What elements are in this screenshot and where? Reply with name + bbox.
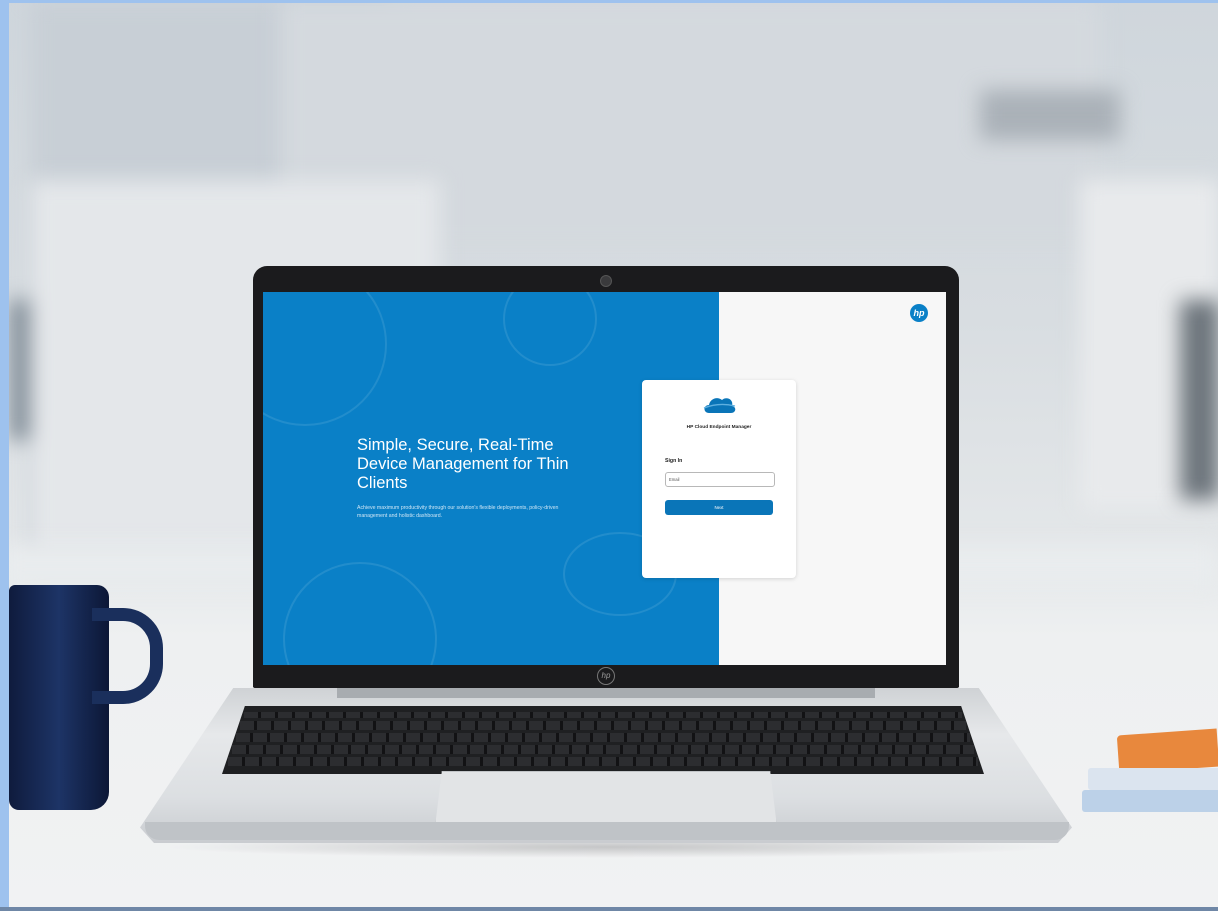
notebook-light bbox=[1088, 768, 1218, 790]
next-button[interactable]: Next bbox=[665, 500, 773, 515]
email-field[interactable] bbox=[665, 472, 775, 487]
touchpad bbox=[435, 771, 777, 827]
sign-in-card: HP Cloud Endpoint Manager Sign In Next bbox=[642, 380, 796, 578]
hp-logo-icon: hp bbox=[910, 304, 928, 322]
blurred-screen-right bbox=[1180, 300, 1218, 500]
frame-top-edge bbox=[0, 0, 1218, 3]
hero-headline: Simple, Secure, Real-Time Device Managem… bbox=[357, 436, 569, 492]
notebook-blue bbox=[1082, 790, 1218, 812]
frame-left-edge bbox=[0, 0, 9, 911]
key-row-qwerty bbox=[236, 733, 970, 742]
decor-circle bbox=[503, 292, 597, 366]
decor-cloud bbox=[283, 562, 437, 665]
cloud-icon bbox=[703, 398, 736, 413]
key-row-function bbox=[244, 712, 962, 718]
laptop-screen: Simple, Secure, Real-Time Device Managem… bbox=[263, 292, 946, 665]
blurred-fixture bbox=[980, 90, 1120, 140]
frame-bottom-edge bbox=[0, 907, 1218, 911]
key-row-shift bbox=[228, 757, 978, 766]
webcam bbox=[600, 275, 612, 287]
notebook-orange bbox=[1116, 728, 1218, 774]
hero-subtext: Achieve maximum productivity through our… bbox=[357, 505, 559, 519]
decor-circle bbox=[263, 292, 387, 426]
sign-in-title: Sign In bbox=[665, 458, 683, 464]
keyboard bbox=[222, 706, 984, 774]
key-row-numbers bbox=[240, 721, 966, 730]
mug-handle bbox=[92, 608, 163, 704]
laptop-hinge bbox=[337, 688, 875, 698]
key-row-home bbox=[232, 745, 974, 754]
laptop-front-edge bbox=[145, 822, 1069, 840]
product-name: HP Cloud Endpoint Manager bbox=[686, 425, 752, 430]
hp-lid-logo-icon: hp bbox=[597, 667, 615, 685]
